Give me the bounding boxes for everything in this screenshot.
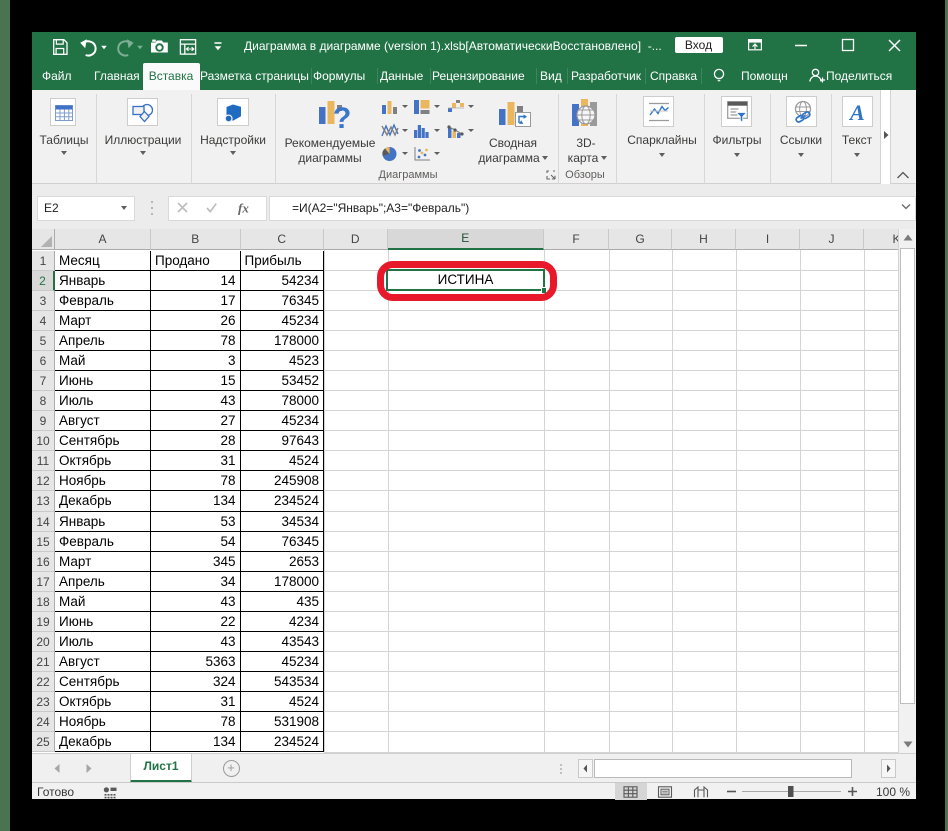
svg-text:fx: fx <box>238 201 249 216</box>
svg-text:?: ? <box>333 102 351 132</box>
